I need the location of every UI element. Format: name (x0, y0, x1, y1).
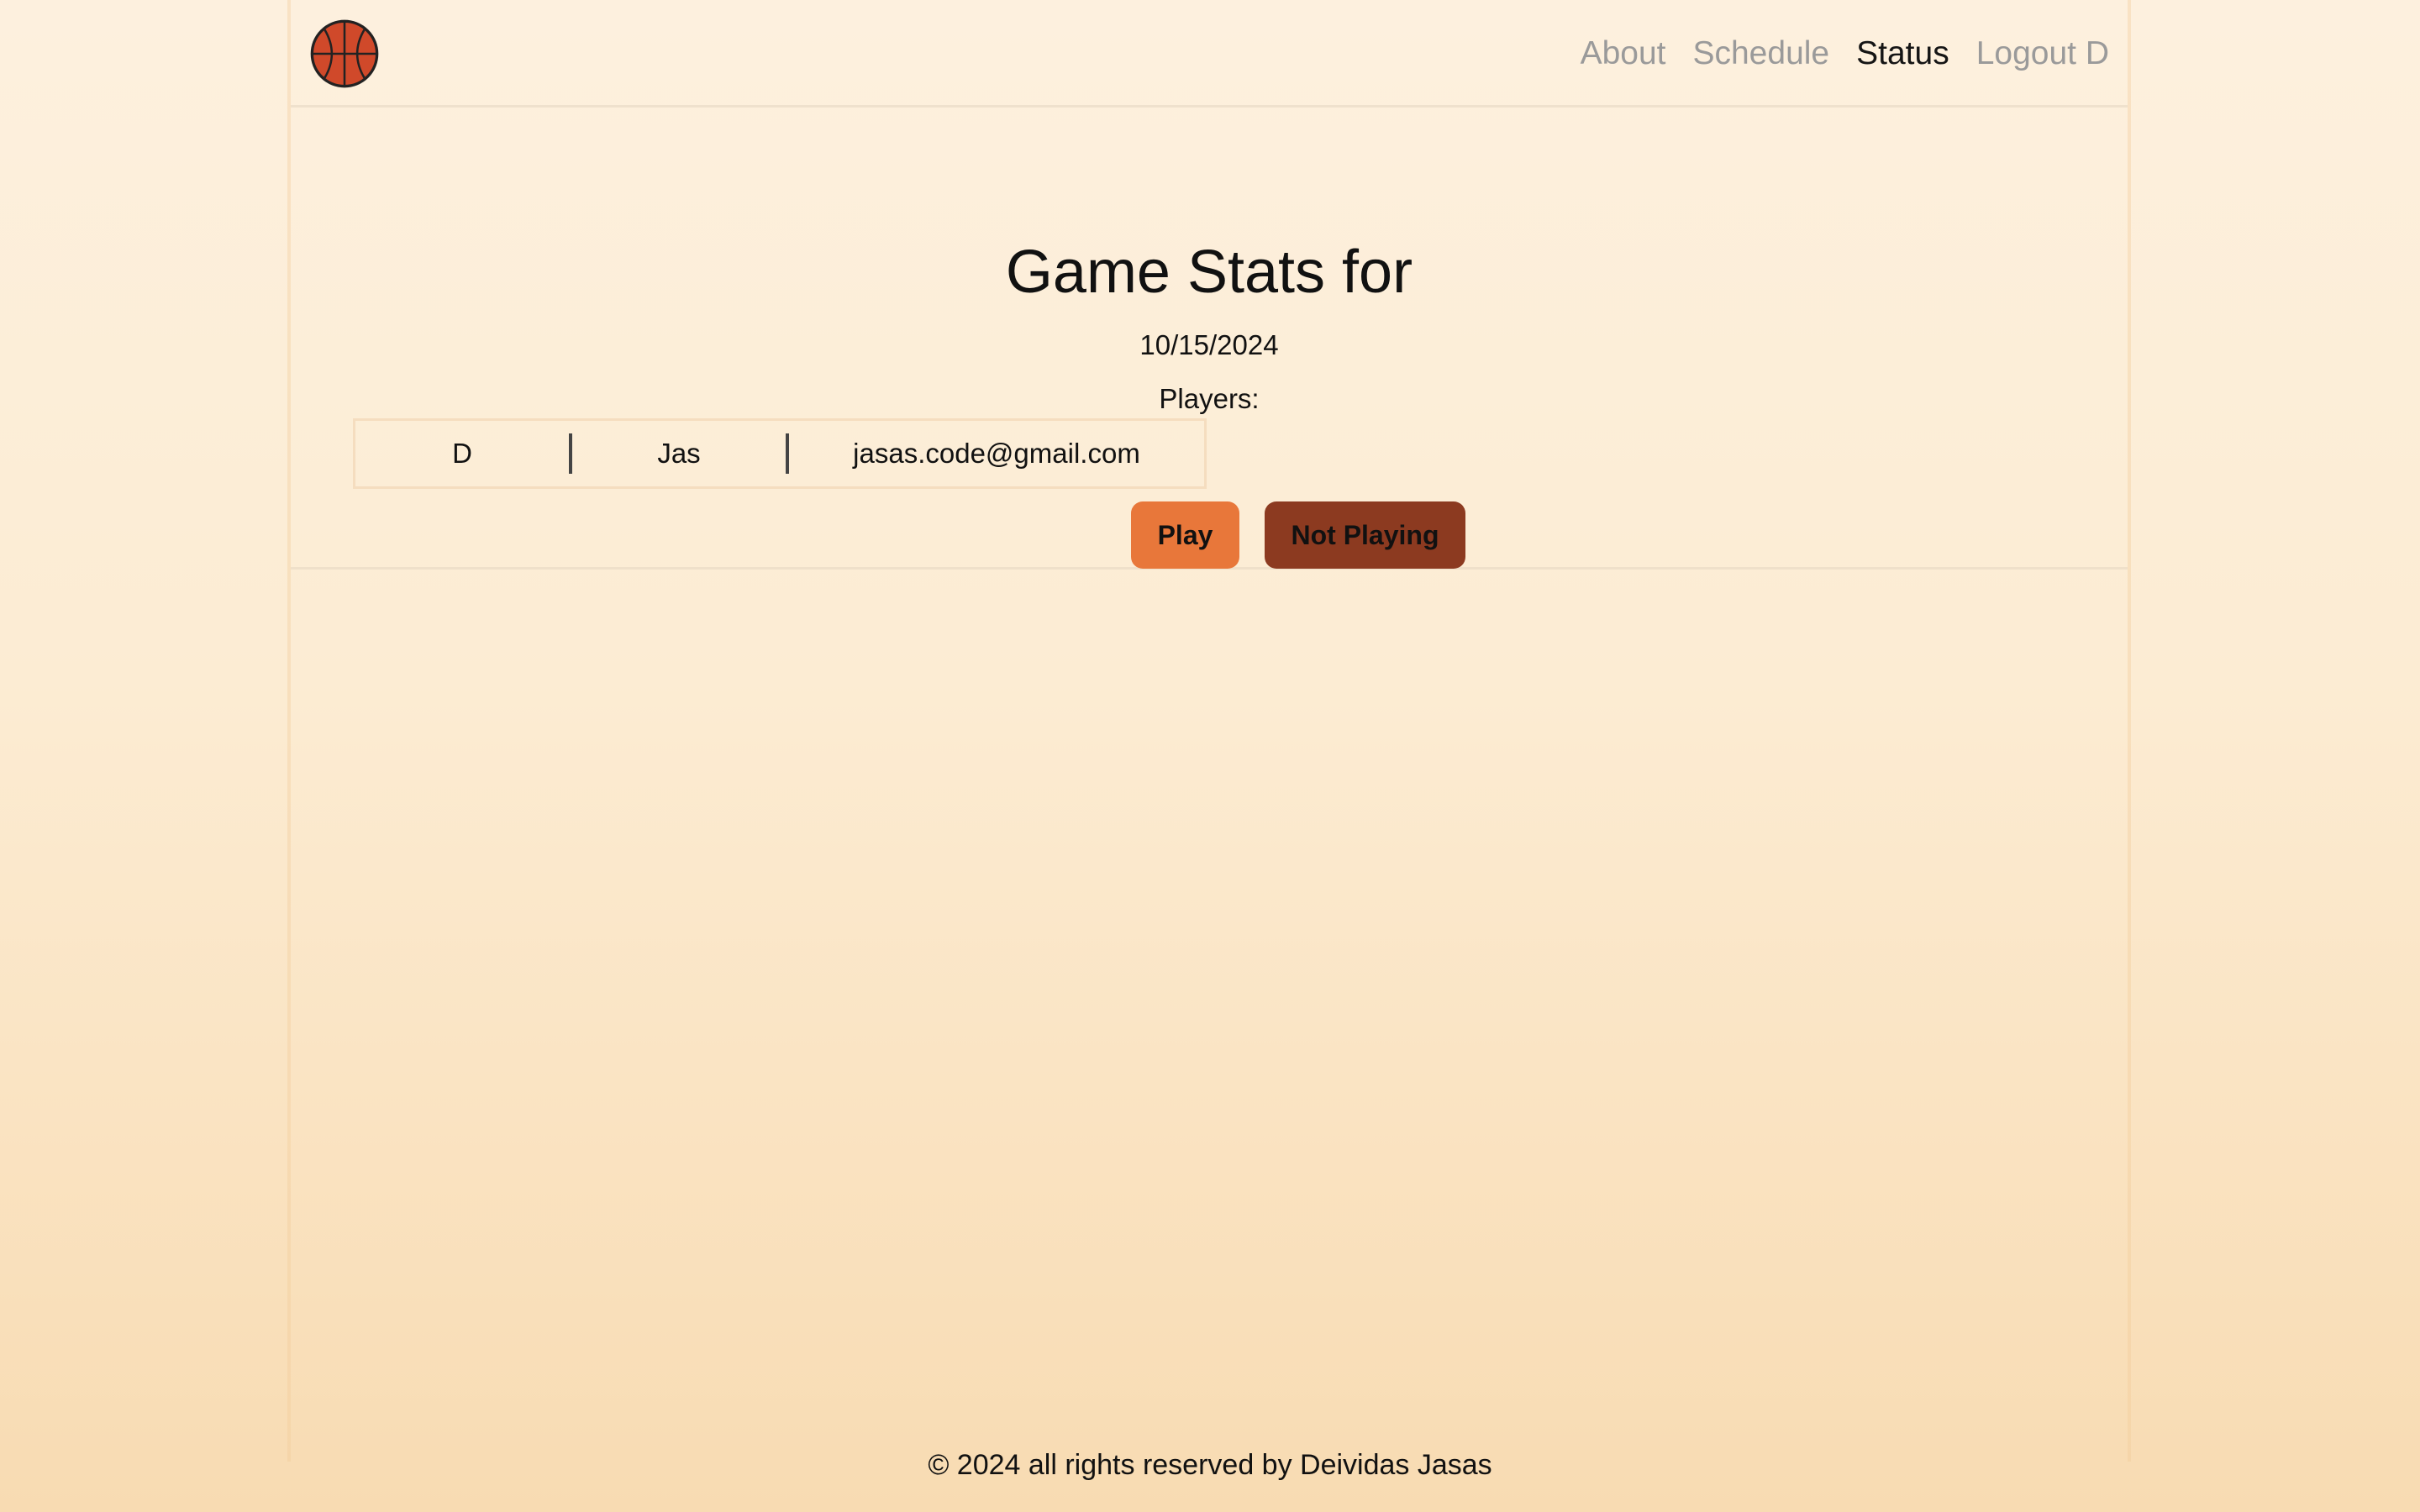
player-email: jasas.code@gmail.com (853, 438, 1140, 469)
players-label: Players: (1159, 383, 1260, 414)
nav-status-link[interactable]: Status (1856, 30, 1949, 77)
main-content: Game Stats for 10/15/2024 Players: D Jas… (291, 108, 2128, 570)
nav-about-link[interactable]: About (1581, 30, 1666, 77)
nav-logout-link[interactable]: Logout D (1976, 30, 2109, 77)
play-button[interactable]: Play (1131, 501, 1239, 569)
player-first-name: D (452, 438, 472, 469)
nav-schedule-link[interactable]: Schedule (1692, 30, 1829, 77)
page-frame: About Schedule Status Logout D Game Stat… (287, 0, 2131, 1462)
player-row: D Jas jasas.code@gmail.com (353, 418, 1207, 489)
game-date: 10/15/2024 (1139, 329, 1279, 360)
footer-copyright: © 2024 all rights reserved by Deividas J… (928, 1449, 1492, 1481)
nav-links: About Schedule Status Logout D (1581, 30, 2109, 77)
navbar: About Schedule Status Logout D (291, 0, 2128, 108)
not-playing-button[interactable]: Not Playing (1265, 501, 1465, 569)
player-last-name: Jas (657, 438, 701, 469)
page-title: Game Stats for (1005, 239, 1413, 306)
basketball-icon[interactable] (309, 18, 380, 89)
